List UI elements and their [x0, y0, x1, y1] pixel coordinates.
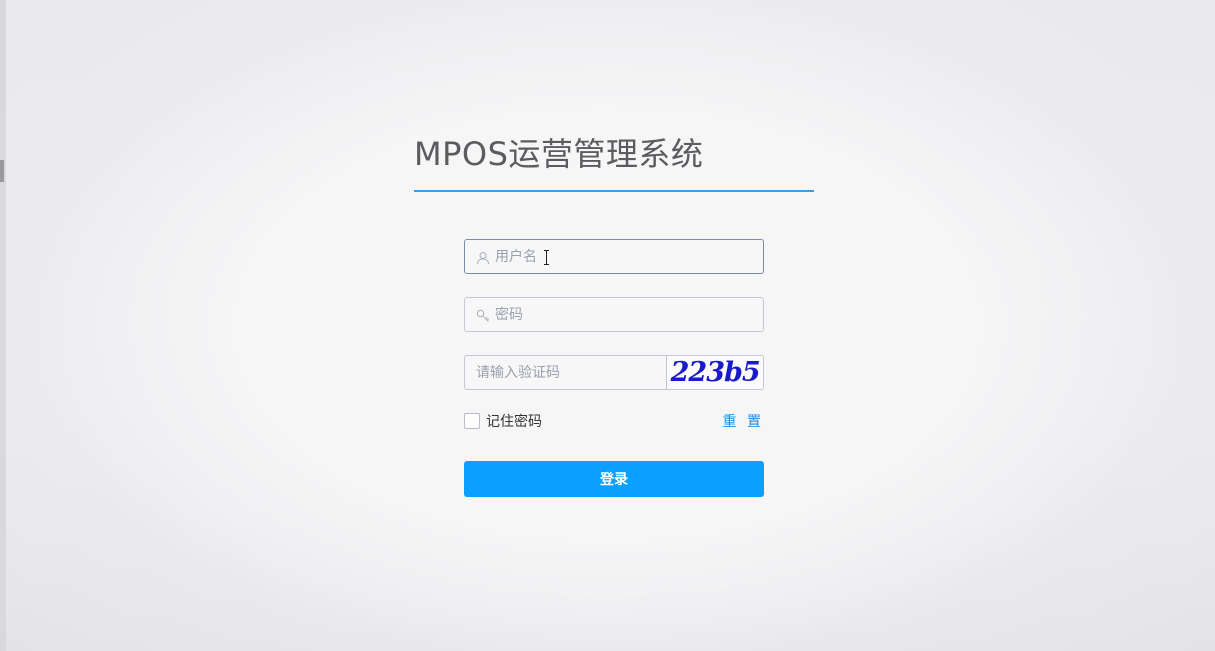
password-input[interactable] [495, 298, 763, 331]
captcha-text: 223b5 [670, 357, 761, 388]
window-edge [0, 0, 6, 651]
window-edge-marker [0, 160, 4, 182]
remember-password-toggle[interactable]: 记住密码 [464, 411, 542, 431]
login-form: 223b5 记住密码 重 置 登录 [464, 239, 764, 497]
remember-password-checkbox[interactable] [464, 413, 480, 429]
reset-link[interactable]: 重 置 [723, 411, 764, 431]
page-title: MPOS运营管理系统 [414, 120, 814, 192]
login-button[interactable]: 登录 [464, 461, 764, 497]
user-icon [476, 250, 490, 264]
key-icon [476, 308, 490, 322]
text-cursor-icon [544, 250, 549, 265]
login-options: 记住密码 重 置 [464, 411, 764, 431]
captcha-field: 223b5 [464, 355, 764, 390]
captcha-input[interactable] [465, 356, 667, 389]
username-input[interactable] [495, 240, 763, 273]
remember-password-label: 记住密码 [486, 414, 542, 430]
username-field[interactable] [464, 239, 764, 274]
password-field[interactable] [464, 297, 764, 332]
login-panel: MPOS运营管理系统 用户名 请输入验证码 223b5 记住密码 重 置 登录 [414, 120, 814, 497]
captcha-image[interactable]: 223b5 [666, 356, 763, 389]
